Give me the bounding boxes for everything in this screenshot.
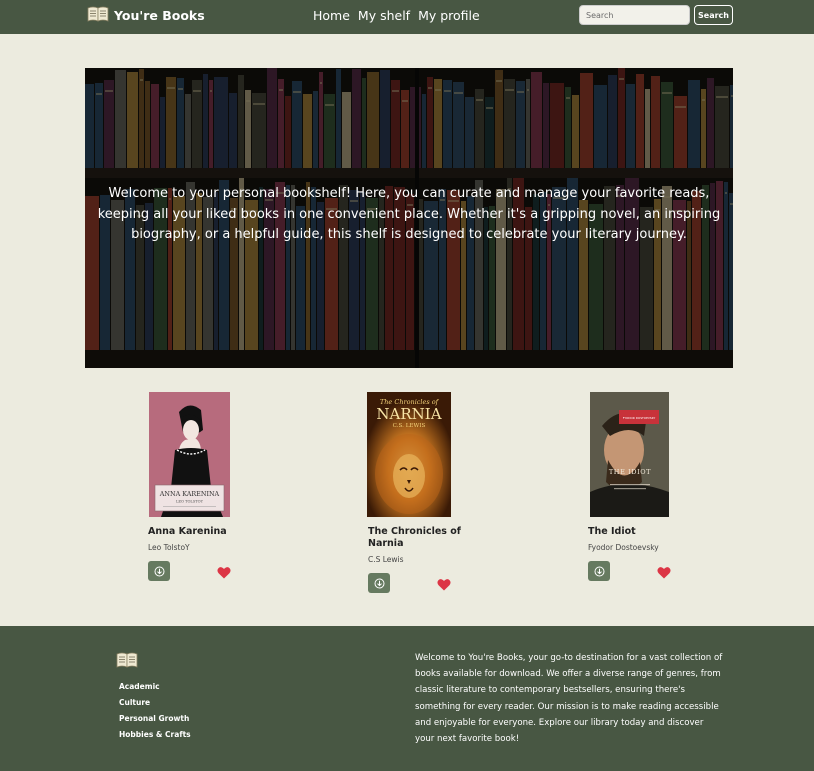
heart-icon (217, 567, 231, 579)
hero-banner: Welcome to your personal bookshelf! Here… (85, 68, 733, 368)
book-card-anna-karenina: ANNA KARENINA LEO TOLSTOY Anna Karenina … (148, 392, 268, 582)
book-cover-the-idiot[interactable]: FYODOR DOSTOEVSKY THE IDIOT (590, 392, 669, 517)
footer-category-links: Academic Culture Personal Growth Hobbies… (119, 674, 191, 739)
book-author: Leo TolstoY (148, 543, 190, 552)
search-button[interactable]: Search (694, 5, 733, 25)
download-circle-icon (154, 566, 164, 576)
book-cover-anna-karenina[interactable]: ANNA KARENINA LEO TOLSTOY (149, 392, 230, 517)
download-button[interactable] (368, 573, 390, 593)
footer-link-item: Hobbies & Crafts (119, 722, 191, 739)
download-button[interactable] (588, 561, 610, 581)
nav-link-my-shelf[interactable]: My shelf (358, 8, 410, 23)
book-card-chronicles-of-narnia: The Chronicles of NARNIA C.S. LEWIS The … (367, 392, 487, 593)
book-title-line-2: Narnia (368, 538, 404, 549)
footer-about-text: Welcome to You're Books, your go-to dest… (415, 653, 723, 745)
cover-title-text: NARNIA (376, 405, 441, 423)
book-cover-chronicles-of-narnia[interactable]: The Chronicles of NARNIA C.S. LEWIS (367, 392, 451, 517)
cover-title-text: ANNA KARENINA (159, 490, 220, 498)
nav-link-home[interactable]: Home (313, 8, 350, 23)
like-button[interactable] (657, 564, 671, 579)
hero-welcome-text: Welcome to your personal bookshelf! Here… (97, 186, 721, 242)
book-title: Anna Karenina (148, 526, 227, 537)
footer-link-hobbies-crafts[interactable]: Hobbies & Crafts (119, 730, 191, 739)
book-title: The Idiot (588, 526, 636, 537)
footer-link-item: Academic (119, 674, 191, 691)
footer-link-item: Culture (119, 690, 191, 707)
download-circle-icon (594, 566, 604, 576)
navbar: You're Books Home My shelf My profile Se… (0, 0, 814, 34)
nav-link-my-profile[interactable]: My profile (418, 8, 480, 23)
nav-links: Home My shelf My profile (313, 8, 480, 23)
cover-author-text: C.S. LEWIS (393, 423, 426, 429)
open-book-icon (87, 5, 109, 26)
heart-icon (657, 567, 671, 579)
like-button[interactable] (437, 576, 451, 591)
cover-author-text: LEO TOLSTOY (176, 500, 204, 504)
brand-link[interactable]: You're Books (87, 5, 205, 26)
brand-name: You're Books (114, 8, 205, 23)
footer: Academic Culture Personal Growth Hobbies… (0, 626, 814, 771)
cover-author-text: FYODOR DOSTOEVSKY (623, 416, 656, 420)
book-title-line-1: The Chronicles of (368, 526, 461, 537)
book-author: C.S Lewis (368, 555, 404, 564)
book-author: Fyodor Dostoevsky (588, 543, 659, 552)
footer-link-item: Personal Growth (119, 706, 191, 723)
open-book-icon (116, 651, 138, 673)
download-circle-icon (374, 578, 384, 588)
heart-icon (437, 579, 451, 591)
search-input[interactable] (579, 5, 690, 25)
download-button[interactable] (148, 561, 170, 581)
cover-title-text: THE IDIOT (609, 468, 651, 476)
book-card-the-idiot: FYODOR DOSTOEVSKY THE IDIOT The Idiot Fy… (588, 392, 708, 582)
like-button[interactable] (217, 564, 231, 579)
